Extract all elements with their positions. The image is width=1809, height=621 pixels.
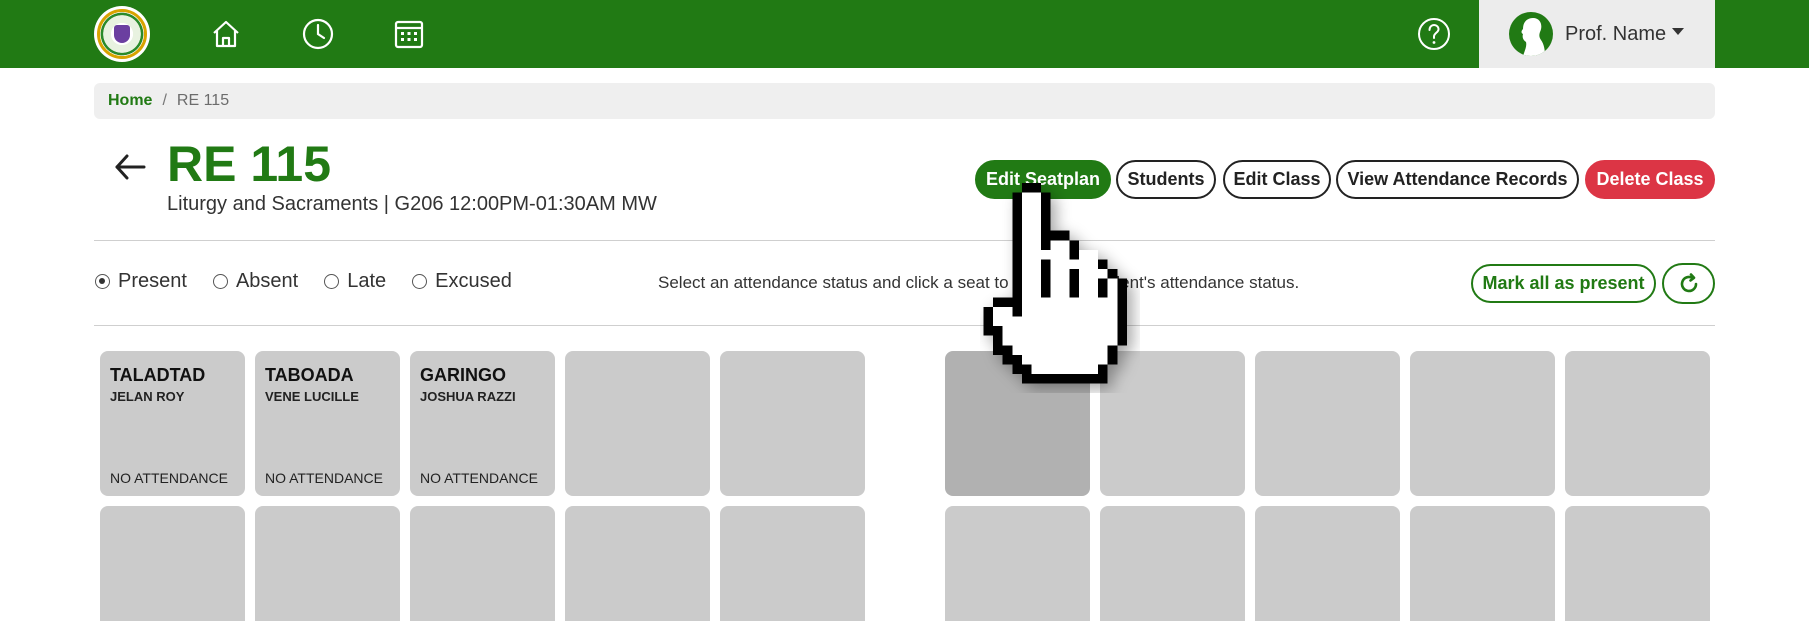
seat-empty[interactable] <box>1410 351 1555 496</box>
edit-seatplan-button[interactable]: Edit Seatplan <box>975 160 1111 199</box>
top-navbar: Prof. Name <box>0 0 1809 68</box>
student-last-name: TALADTAD <box>110 365 206 385</box>
breadcrumb-home[interactable]: Home <box>108 92 152 110</box>
status-absent[interactable]: Absent <box>212 270 299 293</box>
profile-name: Prof. Name <box>1565 22 1667 45</box>
edit-class-button[interactable]: Edit Class <box>1223 160 1331 199</box>
status-excused[interactable]: Excused <box>412 270 512 293</box>
divider <box>94 325 1715 326</box>
seat-empty[interactable] <box>1410 506 1555 621</box>
seat-empty[interactable] <box>945 506 1090 621</box>
mark-all-present-button[interactable]: Mark all as present <box>1471 264 1656 303</box>
attendance-status: NO ATTENDANCE <box>420 470 538 486</box>
refresh-icon <box>1680 272 1697 292</box>
clock-icon[interactable] <box>299 15 337 53</box>
seat-empty[interactable] <box>565 506 710 621</box>
school-seal-icon <box>97 9 147 59</box>
seat-empty[interactable] <box>1255 351 1400 496</box>
breadcrumb-current: RE 115 <box>176 92 230 109</box>
view-attendance-records-button[interactable]: View Attendance Records <box>1336 160 1579 199</box>
status-late[interactable]: Late <box>324 270 386 293</box>
seat-empty[interactable] <box>1255 506 1400 621</box>
divider <box>94 240 1715 241</box>
page-title: RE 115 <box>167 136 332 192</box>
seat-empty[interactable] <box>1565 351 1710 496</box>
seat[interactable]: TABOADA VENE LUCILLE NO ATTENDANCE <box>255 351 400 496</box>
student-first-name: JOSHUA RAZZI <box>420 389 516 404</box>
radio-present[interactable] <box>95 274 110 289</box>
profile-menu[interactable]: Prof. Name <box>1479 0 1715 68</box>
home-icon[interactable] <box>207 15 245 53</box>
student-first-name: VENE LUCILLE <box>265 389 359 404</box>
seat-empty[interactable] <box>720 506 865 621</box>
breadcrumb-separator: / <box>162 92 167 109</box>
avatar <box>1509 12 1553 56</box>
seat-empty[interactable] <box>255 506 400 621</box>
refresh-button[interactable] <box>1662 263 1715 304</box>
instruction-text: Select an attendance status and click a … <box>658 273 1300 292</box>
school-logo[interactable] <box>94 6 150 62</box>
seat-empty[interactable] <box>565 351 710 496</box>
status-excused-label: Excused <box>435 270 512 292</box>
seat-empty[interactable] <box>410 506 555 621</box>
radio-late[interactable] <box>324 274 340 289</box>
status-absent-label: Absent <box>235 270 299 292</box>
student-last-name: GARINGO <box>420 365 507 385</box>
student-first-name: JELAN ROY <box>110 389 185 404</box>
chevron-down-icon <box>1672 27 1685 35</box>
delete-class-button[interactable]: Delete Class <box>1585 160 1715 199</box>
seat-empty[interactable] <box>720 351 865 496</box>
radio-absent[interactable] <box>212 274 228 289</box>
seat-empty[interactable] <box>1100 351 1245 496</box>
radio-excused[interactable] <box>412 274 428 289</box>
attendance-status: NO ATTENDANCE <box>110 470 228 486</box>
status-present[interactable]: Present <box>95 270 187 293</box>
attendance-status: NO ATTENDANCE <box>265 470 383 486</box>
seat-empty[interactable] <box>100 506 245 621</box>
student-last-name: TABOADA <box>265 365 354 385</box>
seat[interactable]: TALADTAD JELAN ROY NO ATTENDANCE <box>100 351 245 496</box>
class-subtitle: Liturgy and Sacraments | G206 12:00PM-01… <box>167 193 657 215</box>
help-icon[interactable] <box>1415 15 1453 53</box>
seat-empty[interactable] <box>1100 506 1245 621</box>
students-button[interactable]: Students <box>1116 160 1216 199</box>
status-present-label: Present <box>118 270 187 292</box>
seat-empty[interactable] <box>945 351 1090 496</box>
seat-empty[interactable] <box>1565 506 1710 621</box>
calendar-icon[interactable] <box>390 15 428 53</box>
back-arrow-icon[interactable] <box>112 148 150 186</box>
seat[interactable]: GARINGO JOSHUA RAZZI NO ATTENDANCE <box>410 351 555 496</box>
status-late-label: Late <box>347 270 387 292</box>
attendance-status-group: Present Absent Late Excused <box>95 270 538 293</box>
breadcrumb: Home / RE 115 <box>94 83 1715 119</box>
